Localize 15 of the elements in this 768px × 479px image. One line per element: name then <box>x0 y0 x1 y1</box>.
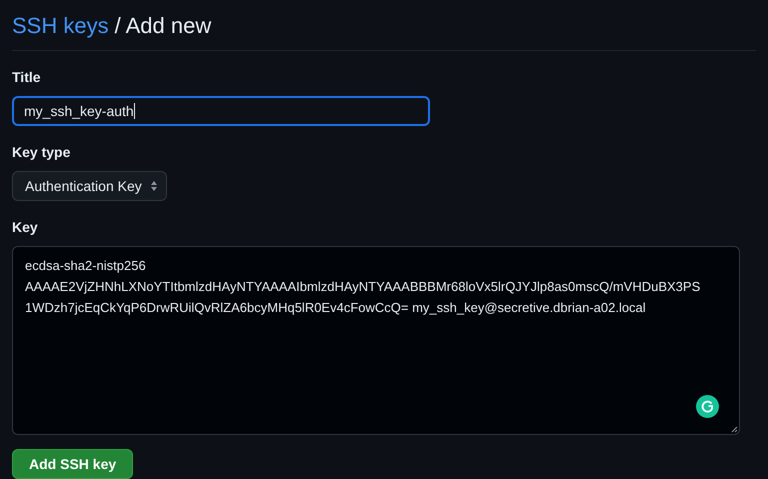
add-ssh-key-button[interactable]: Add SSH key <box>12 449 134 479</box>
breadcrumb-link[interactable]: SSH keys <box>12 12 109 40</box>
key-textarea[interactable]: ecdsa-sha2-nistp256 AAAAE2VjZHNhLXNoYTItbmlzdHAyNTYAAAAIbmlzdHAyNTYAAABBBMr68loVx5lrQJYJlp8as0mscQ/mVHDuBX3PS 1WDzh7jcEqCkYqP6DrwRUilQvRlZA6bcyMHq5lR0Ev4cFowCcQ= my_ssh_key@secretive.dbrian-a02.local <box>12 246 740 435</box>
field-label: Key <box>12 218 39 237</box>
grammarly-icon[interactable] <box>696 395 719 418</box>
key-text-line: ecdsa-sha2-nistp256 <box>25 257 146 275</box>
page-title: / Add new <box>114 12 212 40</box>
key-text-line: AAAAE2VjZHNhLXNoYTItbmlzdHAyNTYAAAAIbmlzdHAyNTYAAABBBMr68loVx5lrQJYJlp8as0mscQ/mVHDuBX3PS <box>25 278 700 296</box>
field-label: Title <box>12 68 42 87</box>
sort-icon <box>150 180 158 192</box>
field-label: Key type <box>12 143 72 162</box>
key-text-line: 1WDzh7jcEqCkYqP6DrwRUilQvRlZA6bcyMHq5lR0Ev4cFowCcQ= my_ssh_key@secretive.dbrian-a02.local <box>25 299 646 317</box>
key-type-select[interactable]: Authentication Key <box>12 171 167 201</box>
resize-handle-icon[interactable] <box>731 426 738 433</box>
title-input[interactable]: my_ssh_key-auth <box>12 96 430 126</box>
